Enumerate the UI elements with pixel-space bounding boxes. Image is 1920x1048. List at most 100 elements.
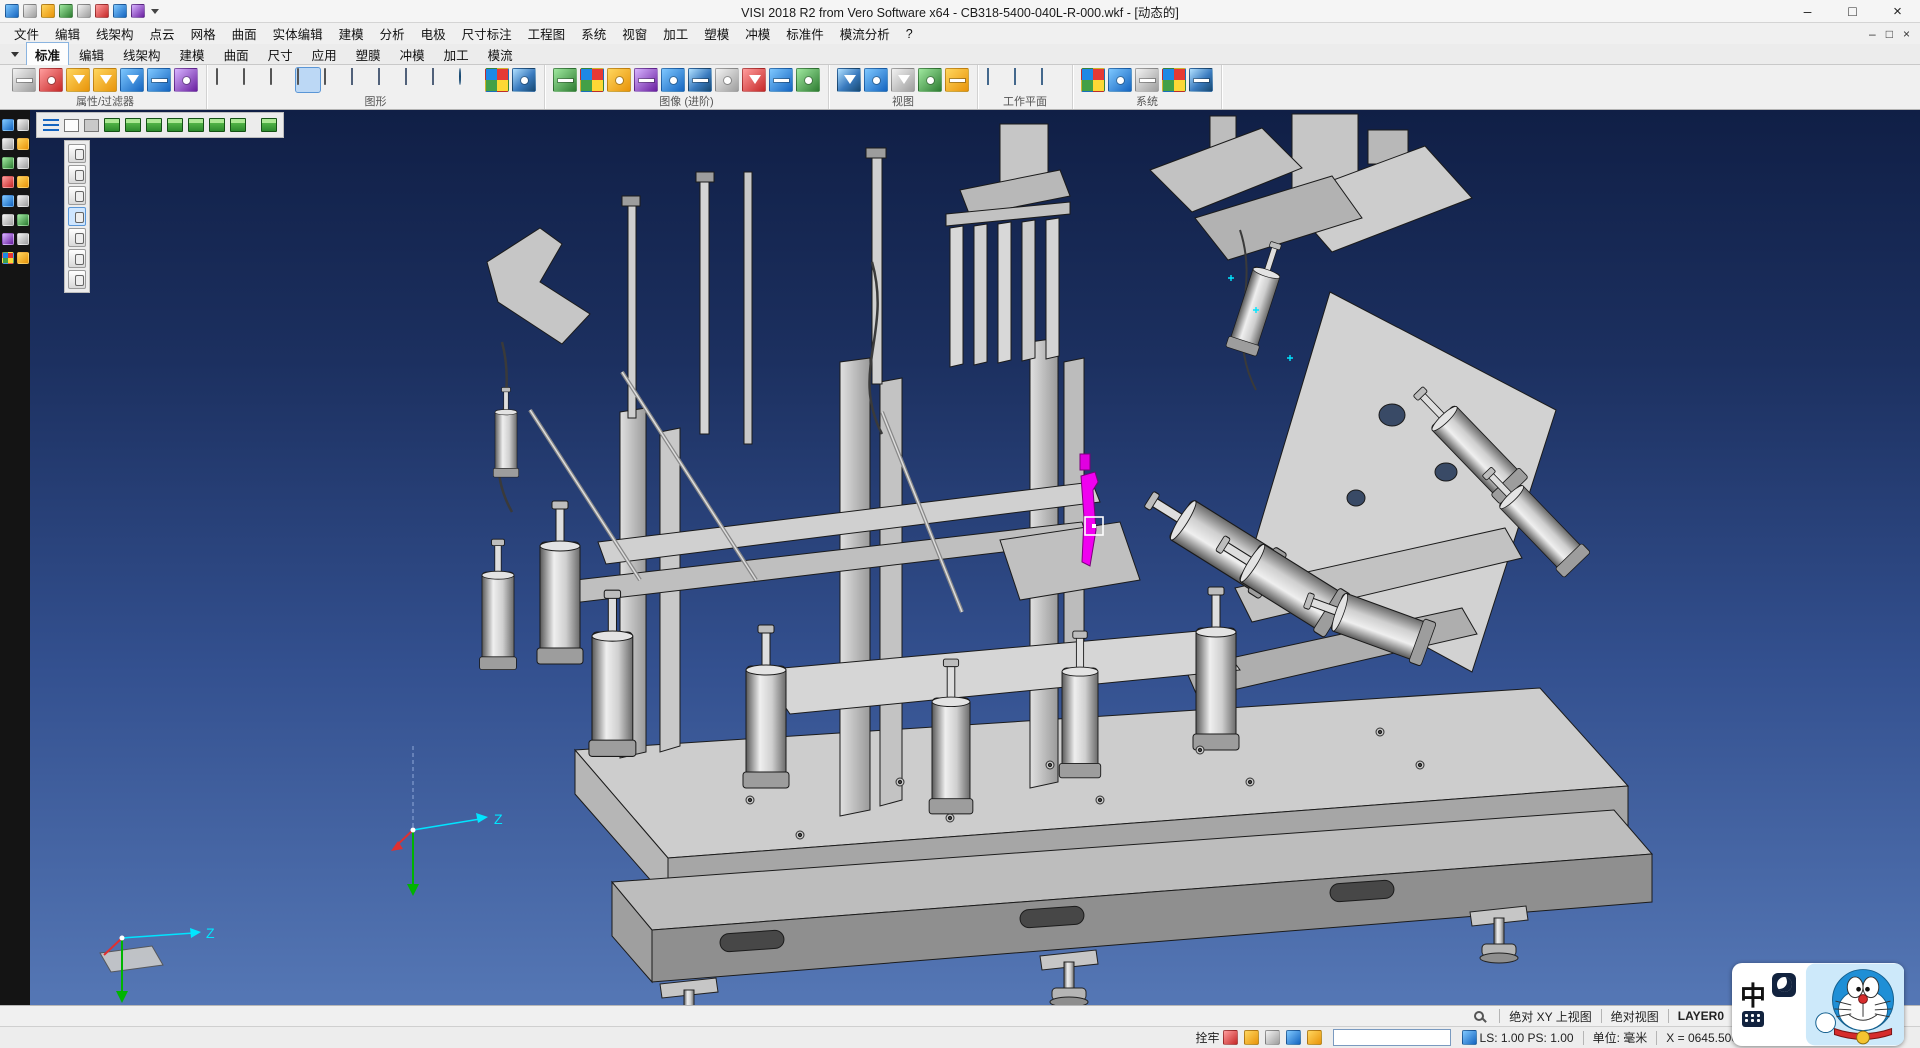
tab-flow[interactable]: 模流 [479, 42, 522, 67]
layers-icon[interactable] [147, 68, 171, 92]
tab-dropdown-icon[interactable] [11, 52, 19, 57]
workplane-xy-icon[interactable] [986, 68, 1010, 92]
bounding-box-icon[interactable] [377, 68, 401, 92]
hidden-line-view-icon[interactable] [242, 68, 266, 92]
save-file-icon[interactable] [41, 4, 55, 18]
selection-filter-button-2[interactable] [68, 165, 86, 184]
print-icon[interactable] [77, 4, 91, 18]
search-icon[interactable] [1474, 1011, 1484, 1021]
keyboard-icon[interactable] [1742, 1011, 1764, 1027]
redo-arrow-icon[interactable] [17, 214, 29, 226]
selection-filter-button-5[interactable] [68, 228, 86, 247]
export-icon[interactable] [17, 252, 29, 264]
mdi-minimize-icon[interactable]: – [1869, 27, 1876, 41]
system-display-icon[interactable] [1189, 68, 1213, 92]
wireframe-toggle-icon[interactable] [2, 138, 14, 150]
shaded-view-icon[interactable] [296, 68, 320, 92]
selection-filter-button-3[interactable] [68, 186, 86, 205]
close-button[interactable]: × [1875, 0, 1920, 22]
view-iso-icon[interactable] [104, 118, 120, 132]
snap-grid-icon[interactable] [431, 68, 455, 92]
system-layers-icon[interactable] [1108, 68, 1132, 92]
material-shade-icon[interactable] [512, 68, 536, 92]
tab-modeling[interactable]: 建模 [171, 42, 214, 67]
capture-icon[interactable] [769, 68, 793, 92]
layers-small-icon[interactable] [1265, 1030, 1280, 1045]
filter-add-icon[interactable] [93, 68, 117, 92]
menu-help[interactable]: ? [898, 25, 921, 43]
previous-view-icon[interactable] [945, 68, 969, 92]
sequence-icon[interactable] [2, 214, 14, 226]
view-custom-icon[interactable] [261, 118, 277, 132]
attribute-table-icon[interactable] [174, 68, 198, 92]
flat-shaded-view-icon[interactable] [323, 68, 347, 92]
wireframe-view-icon[interactable] [215, 68, 239, 92]
tab-application[interactable]: 应用 [303, 42, 346, 67]
moon-punctuation-icon[interactable] [1772, 973, 1796, 997]
selection-filter-button-7[interactable] [68, 270, 86, 289]
filter-icon[interactable] [66, 68, 90, 92]
tab-machining[interactable]: 加工 [435, 42, 478, 67]
maximize-button[interactable]: □ [1830, 0, 1875, 22]
zoom-icon[interactable] [2, 119, 14, 131]
undo-arrow-icon[interactable] [17, 233, 29, 245]
selection-filter-button-6[interactable] [68, 249, 86, 268]
chart-icon[interactable] [2, 195, 14, 207]
edit-attributes-icon[interactable] [12, 68, 36, 92]
reflection-icon[interactable] [688, 68, 712, 92]
rotate-view-icon[interactable] [918, 68, 942, 92]
tab-mould[interactable]: 塑膜 [347, 42, 390, 67]
render-sphere-icon[interactable] [458, 68, 482, 92]
tab-wireframe[interactable]: 线架构 [114, 42, 170, 67]
redo-icon[interactable] [113, 4, 127, 18]
qat-dropdown-icon[interactable] [151, 9, 159, 14]
view-back-icon[interactable] [209, 118, 225, 132]
view-box-white-icon[interactable] [64, 119, 79, 132]
tab-progress-die[interactable]: 冲模 [391, 42, 434, 67]
tab-dimension[interactable]: 尺寸 [259, 42, 302, 67]
new-file-icon[interactable] [5, 4, 19, 18]
background-icon[interactable] [661, 68, 685, 92]
menu-machining[interactable]: 加工 [655, 22, 696, 45]
cut-icon[interactable] [17, 119, 29, 131]
color-shade-icon[interactable] [485, 68, 509, 92]
view-box-gray-icon[interactable] [84, 119, 99, 132]
view-bottom-icon[interactable] [230, 118, 246, 132]
view-front-icon[interactable] [146, 118, 162, 132]
animation-icon[interactable] [796, 68, 820, 92]
workplane-3pt-icon[interactable] [1040, 68, 1064, 92]
view-top-icon[interactable] [125, 118, 141, 132]
eraser-icon[interactable] [17, 195, 29, 207]
shaded-wire-view-icon[interactable] [269, 68, 293, 92]
selection-filter-button-1[interactable] [68, 144, 86, 163]
menu-flow-analysis[interactable]: 模流分析 [832, 22, 898, 45]
brush-icon[interactable] [1244, 1030, 1259, 1045]
menu-mould[interactable]: 塑模 [696, 22, 737, 45]
minimize-button[interactable]: – [1785, 0, 1830, 22]
palette-icon[interactable] [2, 252, 14, 264]
mdi-close-icon[interactable]: × [1903, 27, 1910, 41]
section-box-icon[interactable] [350, 68, 374, 92]
note-icon[interactable] [17, 176, 29, 188]
command-input[interactable] [1333, 1029, 1451, 1046]
target-icon[interactable] [1462, 1030, 1477, 1045]
menu-progress[interactable]: 冲模 [737, 22, 778, 45]
workplane-align-icon[interactable] [1013, 68, 1037, 92]
menu-standard-parts[interactable]: 标准件 [778, 22, 832, 45]
open-file-icon[interactable] [23, 4, 37, 18]
texture-icon[interactable] [553, 68, 577, 92]
3d-model-canvas[interactable]: Z Z X [0, 110, 1920, 1005]
match-properties-icon[interactable] [39, 68, 63, 92]
active-layer-label[interactable]: LAYER0 [1678, 1009, 1724, 1023]
help-badge-icon[interactable] [1286, 1030, 1301, 1045]
tab-surface[interactable]: 曲面 [215, 42, 258, 67]
shadow-icon[interactable] [634, 68, 658, 92]
menu-system[interactable]: 系统 [573, 22, 614, 45]
pan-view-icon[interactable] [891, 68, 915, 92]
menu-window[interactable]: 视窗 [614, 22, 655, 45]
settings-icon[interactable] [131, 4, 145, 18]
import-icon[interactable] [59, 4, 73, 18]
zoom-window-icon[interactable] [864, 68, 888, 92]
mdi-restore-icon[interactable]: □ [1886, 27, 1893, 41]
system-settings-icon[interactable] [1162, 68, 1186, 92]
